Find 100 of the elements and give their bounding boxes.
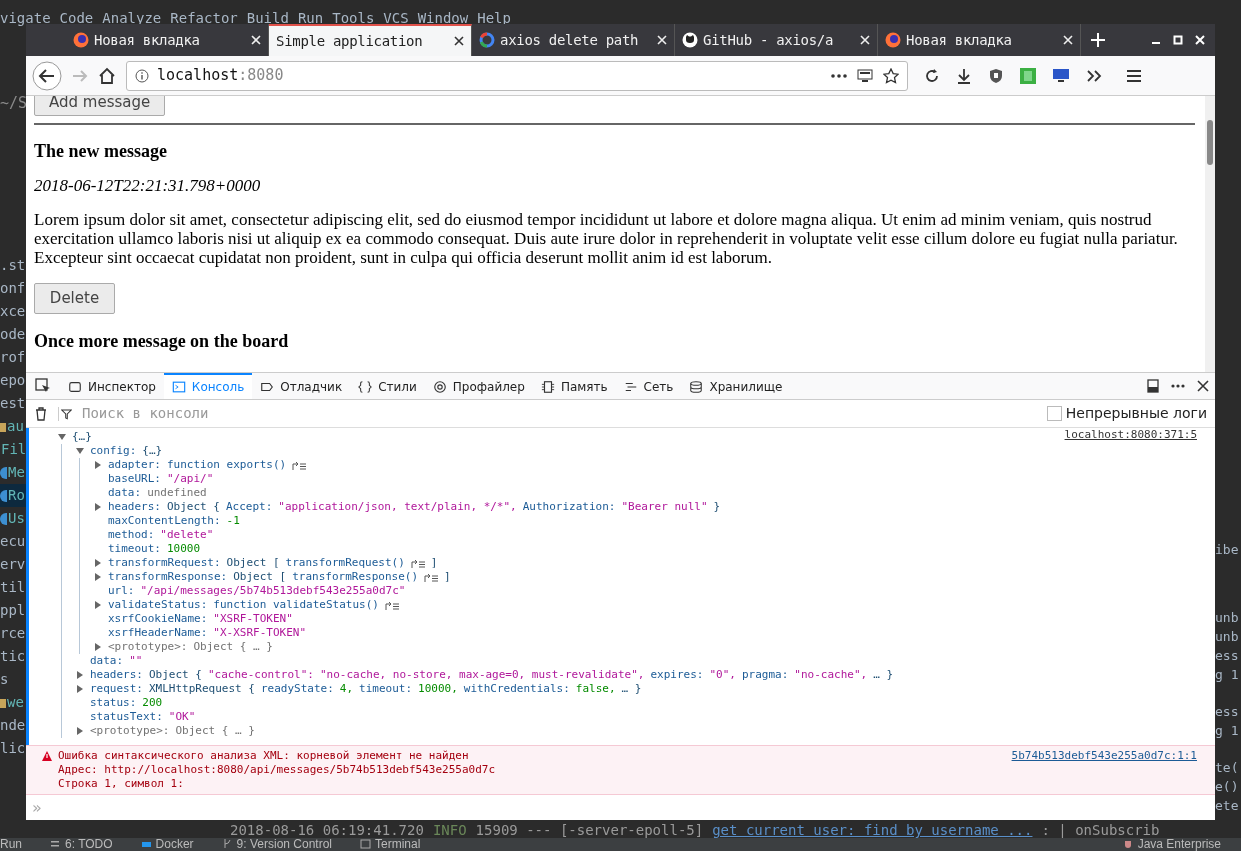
collapsed-triangle-icon[interactable]	[94, 573, 102, 581]
collapsed-triangle-icon[interactable]	[94, 461, 102, 469]
tree-item[interactable]: ecu	[0, 530, 26, 553]
add-message-button[interactable]: Add message	[34, 96, 166, 116]
tree-item[interactable]: .st	[0, 254, 26, 277]
console-filter-field[interactable]: Поиск в консоли	[82, 403, 1037, 424]
shield-icon[interactable]	[988, 67, 1004, 84]
collapsed-triangle-icon[interactable]	[94, 643, 102, 651]
more-icon[interactable]	[831, 73, 847, 78]
menu-item[interactable]: Window	[417, 11, 469, 25]
back-icon[interactable]	[32, 60, 62, 91]
tree-item[interactable]: erv	[0, 553, 26, 576]
menu-item[interactable]: Analyze	[102, 11, 162, 25]
tree-item[interactable]: lic	[0, 737, 26, 760]
tree-item[interactable]: Fil	[0, 438, 26, 461]
collapsed-triangle-icon[interactable]	[94, 503, 102, 511]
collapsed-triangle-icon[interactable]	[76, 685, 84, 693]
tree-item[interactable]: s	[0, 668, 26, 691]
jump-to-definition-icon[interactable]	[424, 572, 439, 582]
more-icon[interactable]	[1171, 384, 1185, 388]
menu-item[interactable]: Tools	[332, 11, 375, 25]
filter-icon[interactable]	[58, 406, 72, 421]
persist-logs-checkbox[interactable]: Непрерывные логи	[1046, 403, 1207, 424]
devtools-tab[interactable]: Профайлер	[424, 373, 533, 399]
devtools-tab[interactable]: Стили	[350, 373, 425, 399]
globe-icon	[885, 32, 901, 48]
picker-icon[interactable]	[35, 378, 51, 394]
monitor-icon[interactable]	[1052, 67, 1070, 84]
devtools-tab[interactable]: Отладчик	[252, 373, 351, 399]
menu-item[interactable]: VCS	[383, 11, 409, 25]
new-tab-icon[interactable]	[1091, 33, 1105, 47]
download-icon[interactable]	[956, 67, 972, 84]
square-icon[interactable]	[1020, 67, 1036, 84]
tree-item[interactable]: til	[0, 576, 26, 599]
collapsed-triangle-icon[interactable]	[76, 727, 84, 735]
tree-item[interactable]: tic	[0, 645, 26, 668]
console-value: Object [	[233, 570, 287, 584]
tree-item[interactable]: au	[0, 415, 26, 438]
maximize-icon[interactable]	[1173, 35, 1183, 45]
menu-item[interactable]: Refactor	[170, 11, 238, 25]
devtools-tab[interactable]: Сеть	[615, 373, 682, 399]
reload-icon[interactable]	[924, 67, 940, 84]
collapsed-triangle-icon[interactable]	[76, 671, 84, 679]
devtools-tab[interactable]: Память	[532, 373, 616, 399]
dock-icon[interactable]	[1147, 379, 1159, 393]
warning-icon	[42, 751, 52, 761]
jump-to-definition-icon[interactable]	[410, 558, 425, 568]
browser-tab[interactable]: Simple application	[269, 24, 472, 56]
tree-item[interactable]: nde	[0, 714, 26, 737]
menu-item[interactable]: Run	[297, 11, 324, 25]
expanded-triangle-icon[interactable]	[58, 433, 66, 441]
trash-icon[interactable]	[34, 406, 48, 421]
devtools-tab[interactable]: Инспектор	[60, 373, 164, 399]
devtools-tab[interactable]: Хранилище	[681, 373, 791, 399]
menu-item[interactable]: Code	[59, 11, 94, 25]
address-field[interactable]: localhost:8080	[126, 60, 908, 91]
tree-item[interactable]: we	[0, 691, 26, 714]
collapsed-triangle-icon[interactable]	[94, 601, 102, 609]
console-value: XMLHttpRequest {	[149, 682, 255, 696]
console-value: "no-cache",	[794, 668, 868, 682]
tool-window-button[interactable]: Run	[0, 838, 22, 851]
tree-item[interactable]: Me	[0, 461, 26, 484]
scrollbar[interactable]	[1205, 96, 1215, 372]
tool-window-button[interactable]: Docker	[140, 838, 194, 851]
menu-item[interactable]: vigate	[0, 11, 51, 25]
tree-item[interactable]: est	[0, 392, 26, 415]
collapsed-triangle-icon[interactable]	[94, 559, 102, 567]
menu-item[interactable]: Help	[477, 11, 511, 25]
tree-item[interactable]: rce	[0, 622, 26, 645]
tree-item[interactable]: xce	[0, 300, 26, 323]
home-icon[interactable]	[98, 66, 116, 85]
tree-item[interactable]: ppl	[0, 599, 26, 622]
tool-window-button[interactable]: 6: TODO	[50, 838, 113, 851]
source-link[interactable]: 5b74b513debf543e255a0d7c:1:1	[1011, 749, 1197, 763]
source-link[interactable]: localhost:8080:371:5	[1064, 428, 1197, 442]
tool-window-button[interactable]: Java Enterprise	[1122, 838, 1221, 851]
close-icon[interactable]	[454, 36, 464, 46]
menu-icon[interactable]	[1126, 68, 1142, 83]
tree-item[interactable]: onf	[0, 277, 26, 300]
tool-window-button[interactable]: Terminal	[360, 838, 421, 851]
console-value: adapter:	[108, 458, 161, 472]
tree-item[interactable]: Ro	[0, 484, 26, 507]
delete-button[interactable]: Delete	[34, 283, 115, 314]
star-icon[interactable]	[883, 67, 899, 84]
tree-item[interactable]: ode	[0, 323, 26, 346]
lines-icon	[623, 380, 638, 394]
overflow-icon[interactable]	[1086, 68, 1102, 83]
close-icon[interactable]	[1197, 380, 1209, 392]
devtools-tab[interactable]: Консоль	[163, 373, 253, 399]
console-value: … }	[621, 682, 642, 696]
monitor-icon[interactable]	[857, 68, 873, 83]
menu-item[interactable]: Build	[246, 11, 289, 25]
jump-to-definition-icon[interactable]	[292, 460, 307, 470]
class-icon	[0, 489, 7, 502]
jump-to-definition-icon[interactable]	[384, 600, 399, 610]
tree-item[interactable]: Us	[0, 507, 26, 530]
tool-window-button[interactable]: 9: Version Control	[221, 838, 332, 851]
tree-item[interactable]: epo	[0, 369, 26, 392]
expanded-triangle-icon[interactable]	[76, 447, 84, 455]
tree-item[interactable]: rof	[0, 346, 26, 369]
